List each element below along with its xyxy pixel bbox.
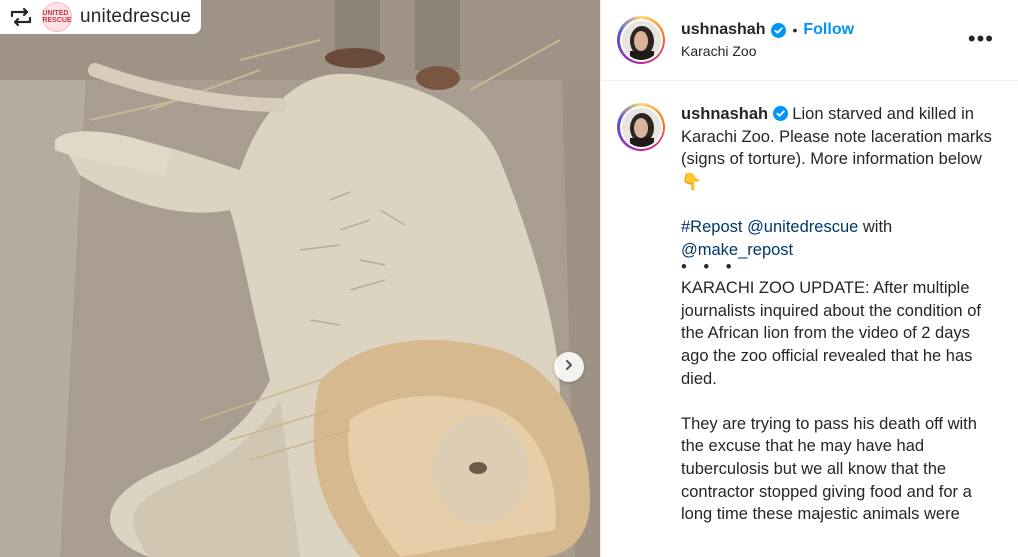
post-details-panel: ushnashah • Follow Karachi Zoo ••• ushna… (600, 0, 1018, 557)
unitedrescue-mention-link[interactable]: @unitedrescue (747, 218, 858, 236)
repost-chip[interactable]: UNITED RESCUE unitedrescue (0, 0, 202, 34)
chevron-right-icon (563, 358, 575, 376)
header-separator: • (792, 22, 798, 38)
verified-badge-icon (771, 22, 787, 38)
lion-photo (0, 0, 600, 557)
author-username[interactable]: ushnashah (681, 21, 765, 39)
caption-section: ushnashah Lion starved and killed in Kar… (601, 81, 1018, 526)
repost-hashtag-link[interactable]: #Repost (681, 218, 742, 236)
next-media-button[interactable] (554, 352, 584, 382)
post-location[interactable]: Karachi Zoo (681, 43, 854, 59)
caption-paragraph-2: They are trying to pass his death off wi… (681, 414, 977, 524)
author-avatar[interactable] (617, 16, 665, 64)
repost-source-name[interactable]: unitedrescue (80, 6, 191, 28)
follow-button[interactable]: Follow (803, 21, 854, 39)
repost-source-avatar[interactable]: UNITED RESCUE (42, 2, 72, 32)
caption-paragraph-1: KARACHI ZOO UPDATE: After multiple journ… (681, 279, 981, 388)
caption-username[interactable]: ushnashah (681, 105, 768, 123)
caption-text: ushnashah Lion starved and killed in Kar… (681, 103, 1001, 526)
post-media[interactable]: UNITED RESCUE unitedrescue (0, 0, 600, 557)
instagram-post-modal: UNITED RESCUE unitedrescue ushnashah • F… (0, 0, 1018, 557)
repost-icon (8, 6, 34, 28)
more-options-icon[interactable]: ••• (968, 28, 994, 50)
caption-dots: • • • (681, 258, 738, 277)
verified-badge-icon (772, 106, 788, 121)
with-word: with (862, 217, 893, 236)
post-header: ushnashah • Follow Karachi Zoo ••• (601, 0, 1018, 81)
caption-author-avatar[interactable] (617, 103, 665, 151)
make-repost-mention-link[interactable]: @make_repost (681, 241, 793, 259)
